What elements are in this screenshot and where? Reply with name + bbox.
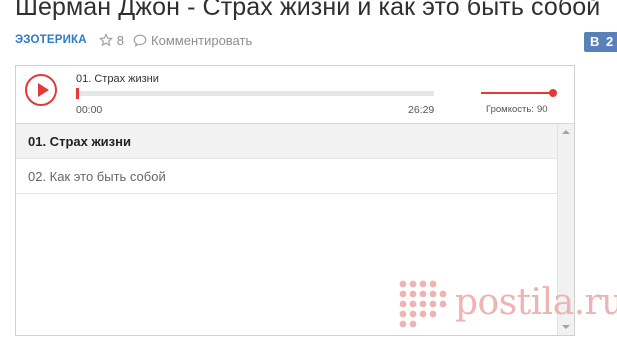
vk-share-button[interactable]: В 2 [584, 32, 617, 52]
player-controls: 01. Страх жизни 00:00 26:29 Громкость: 90 [16, 66, 574, 124]
play-button[interactable] [25, 74, 57, 106]
watermark-text: postila.ru [455, 282, 617, 323]
likes[interactable]: 8 [98, 32, 125, 48]
page-title: Шерман Джон - Страх жизни и как это быть… [15, 0, 601, 21]
volume-label-row: Громкость: 90 [486, 104, 548, 115]
category-link[interactable]: ЭЗОТЕРИКА [15, 34, 87, 46]
progress-handle[interactable] [76, 88, 79, 99]
share-count: 2 [606, 34, 614, 49]
play-icon [38, 83, 49, 97]
watermark: postila.ru [397, 272, 617, 344]
playlist-item-title: 01. Страх жизни [28, 134, 131, 149]
playlist-item-title: 02. Как это быть собой [28, 169, 166, 184]
volume-label: Громкость: [486, 104, 534, 115]
post-meta: ЭЗОТЕРИКА 8 Комментировать [15, 32, 252, 48]
volume-value: 90 [536, 104, 548, 115]
comment-icon [133, 34, 147, 47]
now-playing-title: 01. Страх жизни [76, 73, 159, 85]
progress-bar[interactable] [76, 88, 434, 99]
duration: 26:29 [408, 104, 435, 116]
volume-slider[interactable] [481, 89, 557, 97]
comment-label: Комментировать [151, 32, 253, 48]
comment-link[interactable]: Комментировать [133, 33, 252, 48]
volume-knob[interactable] [549, 89, 557, 97]
playlist-item-active[interactable]: 01. Страх жизни [16, 124, 557, 159]
current-time: 00:00 [76, 104, 103, 116]
star-icon [98, 33, 113, 47]
likes-count: 8 [116, 32, 125, 48]
scroll-up-icon[interactable] [562, 130, 570, 134]
vk-icon: В [590, 34, 600, 49]
playlist-item[interactable]: 02. Как это быть собой [16, 159, 557, 194]
postila-logo-icon [399, 280, 447, 328]
